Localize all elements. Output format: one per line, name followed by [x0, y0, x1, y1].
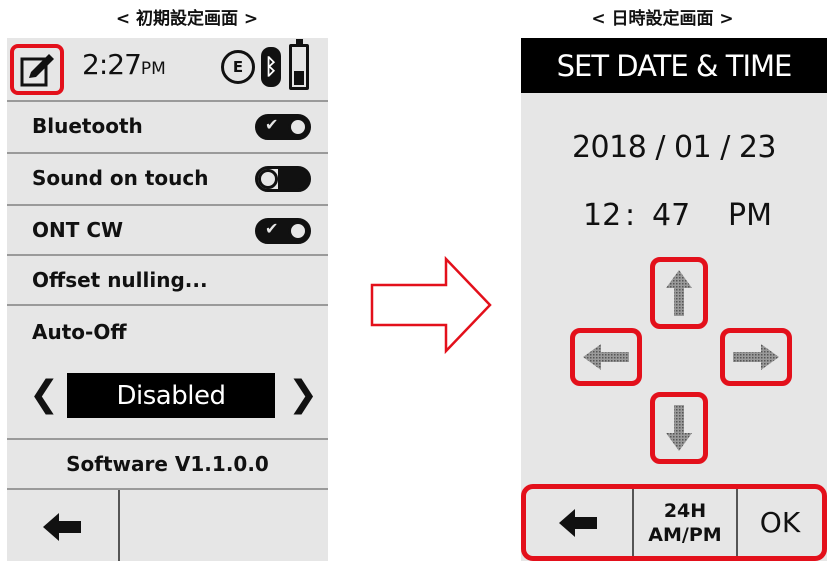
back-arrow-icon [42, 512, 81, 541]
bottom-bar [7, 488, 328, 561]
clock-ampm: PM [140, 59, 166, 79]
clock-time: 2:27 [82, 48, 142, 81]
status-clock: 2:27PM [82, 48, 166, 81]
setting-label: Offset nulling... [32, 268, 208, 292]
battery-level [294, 71, 304, 85]
right-outline-arrow-icon [370, 255, 492, 355]
right-button[interactable] [720, 328, 792, 386]
bluetooth-symbol: ᛒ [264, 54, 278, 80]
bluetooth-toggle[interactable]: ✔ [255, 114, 311, 140]
time-format-ampm: AM/PM [648, 523, 722, 546]
check-icon: ✔ [265, 219, 279, 238]
sensor-status-icon: E [221, 50, 255, 84]
status-bar: 2:27PM E ᛒ [7, 38, 328, 100]
setting-row-offset-nulling[interactable]: Offset nulling... [7, 254, 328, 304]
ok-button[interactable]: OK [738, 489, 822, 556]
setting-label: ONT CW [32, 218, 124, 242]
battery-icon [289, 39, 309, 90]
ampm-value[interactable]: PM [728, 198, 772, 233]
time-format-button[interactable]: 24H AM/PM [634, 489, 738, 556]
datetime-settings-screen: SET DATE & TIME 2018 / 01 / 23 12 : 47 P… [521, 38, 827, 561]
right-arrow-icon [733, 344, 779, 370]
back-arrow-icon [559, 508, 597, 537]
software-version-row: Software V1.1.0.0 [7, 438, 328, 488]
left-arrow-icon [583, 344, 629, 370]
toggle-knob [258, 169, 278, 189]
auto-off-value: Disabled [67, 373, 275, 418]
down-arrow-icon [666, 405, 692, 451]
setting-label: Bluetooth [32, 114, 143, 138]
screen-title: SET DATE & TIME [521, 38, 827, 93]
up-button[interactable] [650, 257, 708, 329]
setting-row-ont-cw[interactable]: ONT CW ✔ [7, 204, 328, 254]
toggle-knob [288, 221, 308, 241]
minute-value[interactable]: 47 [652, 198, 690, 233]
check-icon: ✔ [265, 115, 279, 134]
caption-datetime-settings: < 日時設定画面 > [591, 9, 734, 29]
setting-row-auto-off: Auto-Off ❮ Disabled ❯ [7, 304, 328, 419]
auto-off-next-button[interactable]: ❯ [288, 374, 318, 415]
auto-off-prev-button[interactable]: ❮ [29, 374, 59, 415]
ont-cw-toggle[interactable]: ✔ [255, 218, 311, 244]
sound-on-touch-toggle[interactable] [255, 166, 311, 192]
auto-off-label: Auto-Off [32, 320, 127, 344]
sensor-status-symbol: E [232, 58, 244, 76]
setting-label: Sound on touch [32, 166, 209, 190]
date-value[interactable]: 2018 / 01 / 23 [521, 130, 827, 165]
setting-row-bluetooth[interactable]: Bluetooth ✔ [7, 100, 328, 152]
back-button[interactable] [7, 490, 120, 561]
caption-initial-settings: < 初期設定画面 > [115, 9, 259, 29]
setting-row-sound-on-touch[interactable]: Sound on touch [7, 152, 328, 204]
time-separator: : [625, 198, 636, 233]
initial-settings-screen: 2:27PM E ᛒ Bluetooth ✔ Sound on touch ON… [7, 38, 328, 561]
left-button[interactable] [570, 328, 642, 386]
toggle-knob [288, 117, 308, 137]
bluetooth-icon: ᛒ [261, 47, 281, 87]
edit-button[interactable] [10, 44, 64, 95]
back-button[interactable] [526, 489, 634, 556]
hour-value[interactable]: 12 [583, 198, 621, 233]
up-arrow-icon [666, 270, 692, 316]
time-format-24h: 24H [663, 499, 707, 522]
edit-icon [20, 53, 54, 86]
down-button[interactable] [650, 392, 708, 464]
bottom-bar: 24H AM/PM OK [521, 484, 827, 561]
software-version: Software V1.1.0.0 [66, 452, 269, 476]
